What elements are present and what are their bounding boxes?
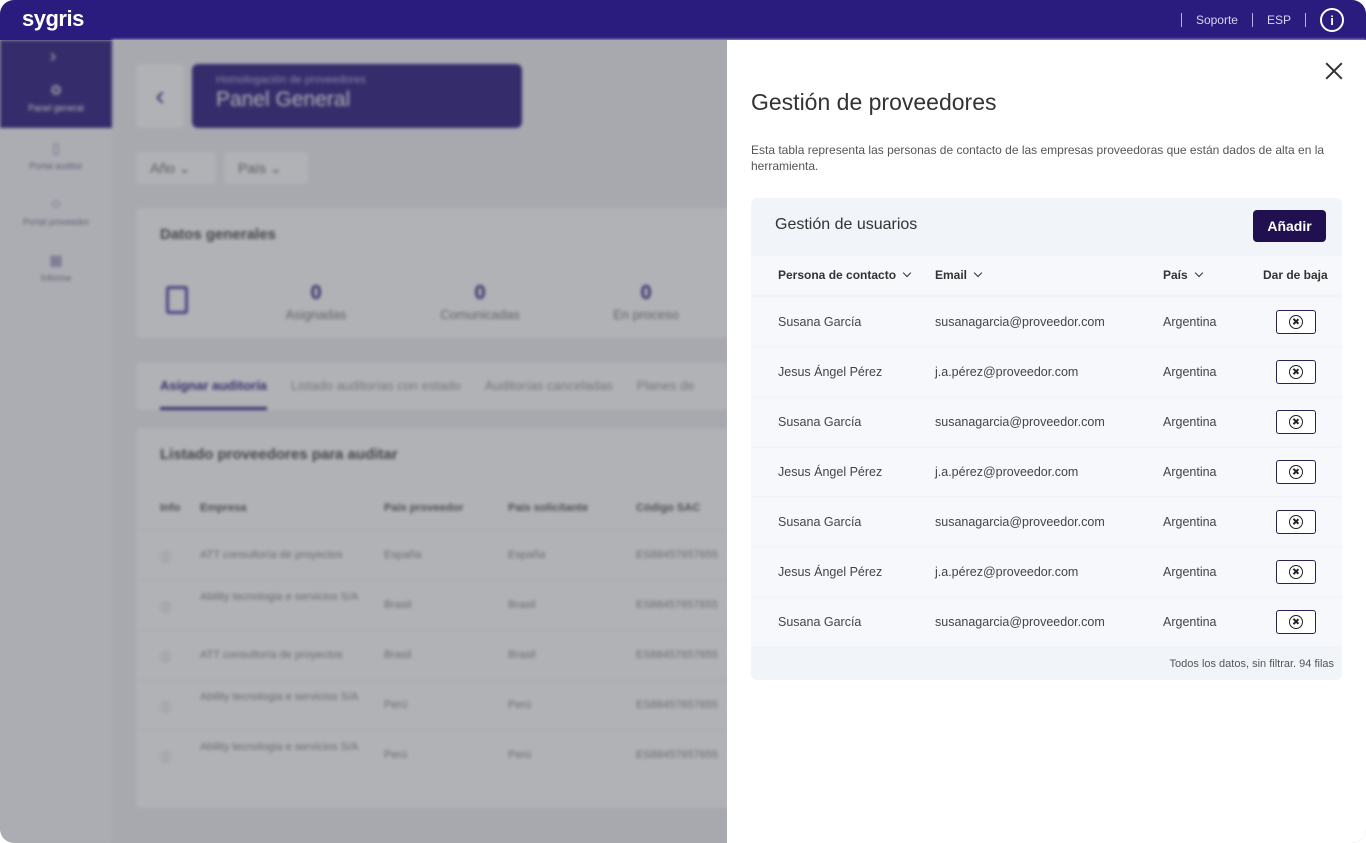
- contact-cell: Jesus Ángel Pérez: [778, 365, 883, 379]
- remove-user-button[interactable]: [1276, 560, 1316, 584]
- email-cell: susanagarcia@proveedor.com: [935, 315, 1105, 329]
- contact-cell: Susana García: [778, 615, 862, 629]
- column-header-contact[interactable]: Persona de contacto: [778, 256, 912, 294]
- table-row: Susana García susanagarcia@proveedor.com A…: [751, 398, 1342, 446]
- info-icon[interactable]: i: [1320, 8, 1344, 32]
- email-cell: susanagarcia@proveedor.com: [935, 515, 1105, 529]
- close-circle-icon: [1289, 315, 1303, 329]
- table-header: Persona de contacto Email País Dar de ba…: [751, 256, 1342, 294]
- close-icon[interactable]: [1321, 58, 1347, 84]
- close-circle-icon: [1289, 415, 1303, 429]
- drawer-title: Gestión de proveedores: [751, 89, 997, 115]
- country-cell: Argentina: [1163, 465, 1217, 479]
- remove-user-button[interactable]: [1276, 310, 1316, 334]
- language-selector[interactable]: ESP: [1267, 13, 1291, 27]
- country-cell: Argentina: [1163, 315, 1217, 329]
- contact-cell: Jesus Ángel Pérez: [778, 465, 883, 479]
- support-link[interactable]: Soporte: [1196, 13, 1238, 27]
- column-header-remove: Dar de baja: [1263, 268, 1328, 282]
- contact-cell: Susana García: [778, 315, 862, 329]
- chevron-down-icon: [902, 268, 912, 278]
- remove-user-button[interactable]: [1276, 610, 1316, 634]
- close-circle-icon: [1289, 565, 1303, 579]
- divider: [1251, 13, 1253, 27]
- users-panel: Gestión de usuarios Añadir Persona de co…: [751, 198, 1342, 680]
- country-cell: Argentina: [1163, 365, 1217, 379]
- email-cell: susanagarcia@proveedor.com: [935, 415, 1105, 429]
- brand-logo[interactable]: sygris: [22, 6, 84, 32]
- column-header-email[interactable]: Email: [935, 256, 983, 294]
- remove-user-button[interactable]: [1276, 360, 1316, 384]
- country-cell: Argentina: [1163, 515, 1217, 529]
- drawer-description: Esta tabla representa las personas de co…: [751, 143, 1325, 173]
- email-cell: susanagarcia@proveedor.com: [935, 615, 1105, 629]
- close-circle-icon: [1289, 515, 1303, 529]
- remove-user-button[interactable]: [1276, 510, 1316, 534]
- app-window: sygris Soporte ESP i › ⚙ Panel general ▯…: [0, 0, 1366, 843]
- contact-cell: Susana García: [778, 415, 862, 429]
- add-button[interactable]: Añadir: [1253, 210, 1326, 242]
- panel-title: Gestión de usuarios: [775, 216, 918, 233]
- divider: [1305, 13, 1306, 27]
- top-nav: Soporte ESP i: [1180, 0, 1344, 40]
- divider: [1180, 13, 1182, 27]
- remove-user-button[interactable]: [1276, 410, 1316, 434]
- suppliers-drawer: Gestión de proveedores Esta tabla repres…: [727, 40, 1366, 843]
- table-row: Susana García susanagarcia@proveedor.com A…: [751, 498, 1342, 546]
- table-row: Jesus Ángel Pérez j.a.pérez@proveedor.com…: [751, 548, 1342, 596]
- close-circle-icon: [1289, 615, 1303, 629]
- remove-user-button[interactable]: [1276, 460, 1316, 484]
- close-circle-icon: [1289, 465, 1303, 479]
- email-cell: j.a.pérez@proveedor.com: [935, 465, 1079, 479]
- country-cell: Argentina: [1163, 565, 1217, 579]
- contact-cell: Susana García: [778, 515, 862, 529]
- table-row: Susana García susanagarcia@proveedor.com A…: [751, 598, 1342, 646]
- email-cell: j.a.pérez@proveedor.com: [935, 565, 1079, 579]
- column-header-country[interactable]: País: [1163, 256, 1203, 294]
- top-bar: sygris Soporte ESP i: [0, 0, 1366, 40]
- country-cell: Argentina: [1163, 415, 1217, 429]
- table-footer-note: Todos los datos, sin filtrar. 94 filas: [1169, 658, 1334, 670]
- table-row: Jesus Ángel Pérez j.a.pérez@proveedor.com…: [751, 348, 1342, 396]
- country-cell: Argentina: [1163, 615, 1217, 629]
- table-row: Jesus Ángel Pérez j.a.pérez@proveedor.com…: [751, 448, 1342, 496]
- close-circle-icon: [1289, 365, 1303, 379]
- email-cell: j.a.pérez@proveedor.com: [935, 365, 1079, 379]
- chevron-down-icon: [1194, 268, 1203, 278]
- chevron-down-icon: [973, 268, 983, 278]
- table-row: Susana García susanagarcia@proveedor.com A…: [751, 298, 1342, 346]
- contact-cell: Jesus Ángel Pérez: [778, 565, 883, 579]
